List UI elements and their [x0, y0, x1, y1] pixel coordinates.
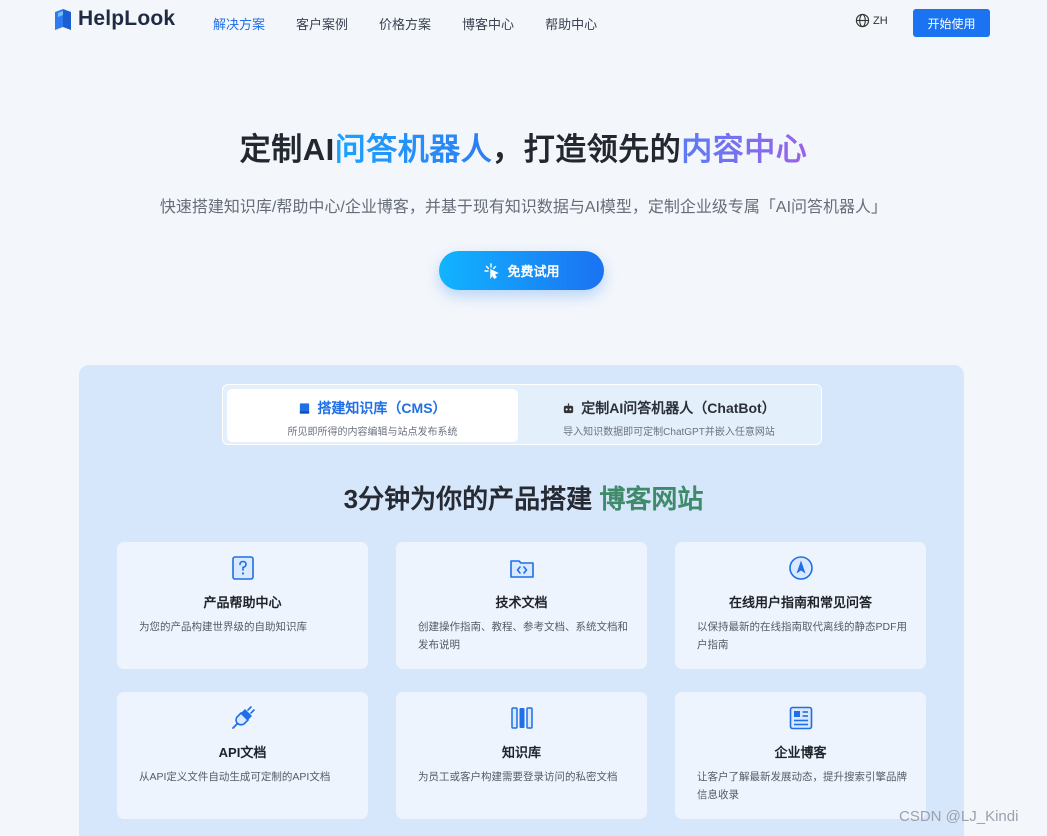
- card-company-blog[interactable]: 企业博客 让客户了解最新发展动态，提升搜索引擎品牌信息收录: [675, 692, 926, 819]
- top-nav: HelpLook 解决方案 客户案例 价格方案 博客中心 帮助中心 ZH 开始使…: [0, 0, 1047, 44]
- books-icon: [510, 707, 533, 729]
- tab-chatbot[interactable]: 定制AI问答机器人（ChatBot） 导入知识数据即可定制ChatGPT并嵌入任…: [520, 389, 818, 442]
- robot-icon: [564, 402, 574, 413]
- language-label: ZH: [873, 14, 888, 27]
- hero-title-part-2: ，打造领先的: [492, 132, 682, 167]
- tab-chatbot-title: 定制AI问答机器人（ChatBot）: [581, 400, 776, 416]
- card-title: 企业博客: [774, 745, 827, 760]
- section-title-highlight: 博客网站: [599, 484, 704, 514]
- product-tabs: 搭建知识库（CMS） 所见即所得的内容编辑与站点发布系统 定制AI问答机器人（C…: [222, 384, 822, 445]
- card-desc: 让客户了解最新发展动态，提升搜索引擎品牌信息收录: [697, 771, 907, 801]
- card-knowledge-base[interactable]: 知识库 为员工或客户构建需要登录访问的私密文档: [396, 692, 647, 819]
- compass-icon: [788, 556, 813, 580]
- nav-link-solutions[interactable]: 解决方案: [213, 14, 265, 33]
- hero-title-highlight-1: 问答机器人: [334, 132, 493, 167]
- card-title: 在线用户指南和常见问答: [728, 595, 872, 610]
- hero-title: 定制AI问答机器人，打造领先的内容中心: [0, 124, 1047, 169]
- card-desc: 从API定义文件自动生成可定制的API文档: [139, 771, 331, 783]
- nav-link-cases[interactable]: 客户案例: [296, 14, 348, 33]
- blog-layout-icon: [789, 706, 812, 730]
- hero-title-highlight-2: 内容中心: [681, 132, 808, 167]
- logo-text: HelpLook: [78, 7, 176, 30]
- start-button[interactable]: 开始使用: [913, 9, 990, 37]
- tab-cms[interactable]: 搭建知识库（CMS） 所见即所得的内容编辑与站点发布系统: [227, 389, 518, 442]
- logo-icon: [55, 9, 71, 30]
- nav-link-blog[interactable]: 博客中心: [462, 14, 514, 33]
- cursor-click-icon: [484, 262, 500, 279]
- watermark: CSDN @LJ_Kindi: [899, 808, 1019, 825]
- card-desc: 为您的产品构建世界级的自助知识库: [139, 621, 307, 633]
- card-user-guide[interactable]: 在线用户指南和常见问答 以保持最新的在线指南取代离线的静态PDF用户指南: [675, 542, 926, 669]
- globe-icon: [855, 13, 870, 28]
- code-folder-icon: [509, 560, 534, 578]
- language-switcher[interactable]: ZH: [855, 13, 888, 28]
- book-icon: [300, 402, 310, 414]
- plug-icon: [231, 706, 255, 729]
- card-title: 产品帮助中心: [203, 595, 282, 610]
- card-desc: 为员工或客户构建需要登录访问的私密文档: [418, 771, 618, 783]
- card-title: 技术文档: [495, 595, 548, 610]
- nav-link-help[interactable]: 帮助中心: [545, 14, 597, 33]
- card-help-center[interactable]: 产品帮助中心 为您的产品构建世界级的自助知识库: [117, 542, 368, 669]
- tab-chatbot-desc: 导入知识数据即可定制ChatGPT并嵌入任意网站: [563, 427, 775, 438]
- free-trial-button[interactable]: 免费试用: [439, 251, 604, 290]
- section-title-part: 3分钟为你的产品搭建: [343, 484, 600, 514]
- free-trial-label: 免费试用: [507, 264, 560, 279]
- card-tech-docs[interactable]: 技术文档 创建操作指南、教程、参考文档、系统文档和发布说明: [396, 542, 647, 669]
- card-title: 知识库: [501, 745, 541, 760]
- section-title: 3分钟为你的产品搭建 博客网站: [0, 479, 1047, 516]
- hero-subtitle: 快速搭建知识库/帮助中心/企业博客，并基于现有知识数据与AI模型，定制企业级专属…: [159, 199, 888, 216]
- card-desc: 以保持最新的在线指南取代离线的静态PDF用户指南: [697, 621, 907, 651]
- card-api-docs[interactable]: API文档 从API定义文件自动生成可定制的API文档: [117, 692, 368, 819]
- question-icon: [231, 556, 254, 580]
- tab-cms-desc: 所见即所得的内容编辑与站点发布系统: [287, 427, 458, 438]
- tab-cms-title: 搭建知识库（CMS）: [317, 400, 447, 416]
- hero-title-part-1: 定制AI: [239, 132, 335, 167]
- logo[interactable]: HelpLook: [53, 7, 175, 31]
- nav-link-pricing[interactable]: 价格方案: [379, 14, 431, 33]
- card-title: API文档: [218, 745, 267, 760]
- card-desc: 创建操作指南、教程、参考文档、系统文档和发布说明: [418, 621, 628, 651]
